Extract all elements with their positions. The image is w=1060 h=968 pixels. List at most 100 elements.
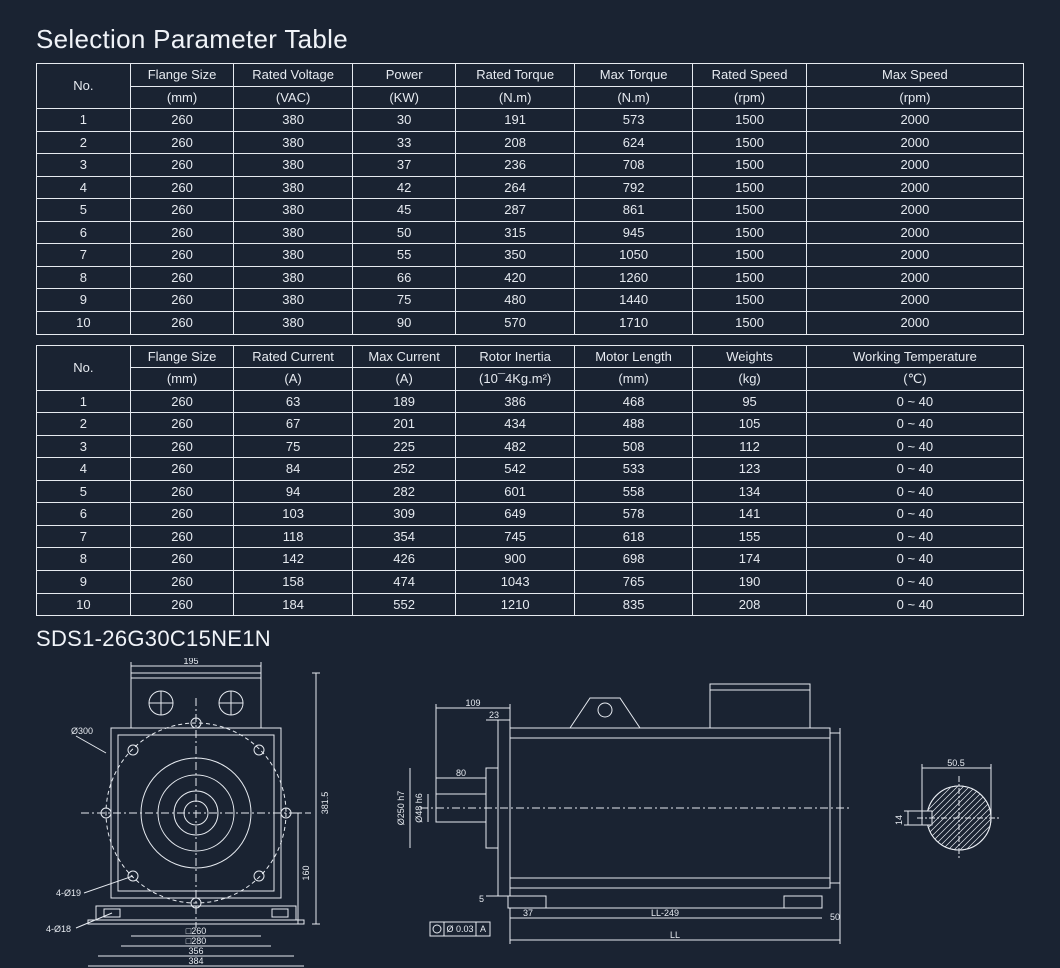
table2-cell: 190	[693, 571, 807, 594]
table1-cell: 260	[130, 266, 234, 289]
table-row: 126063189386468950 ~ 40	[37, 390, 1024, 413]
table2-cell: 601	[456, 480, 574, 503]
t2-h-c5: Motor Length	[574, 345, 692, 368]
table2-cell: 67	[234, 413, 352, 436]
table1-cell: 75	[352, 289, 456, 312]
table1-cell: 33	[352, 131, 456, 154]
dim-14: 14	[894, 815, 904, 825]
table1-cell: 42	[352, 176, 456, 199]
table2-cell: 542	[456, 458, 574, 481]
table1-cell: 2000	[806, 289, 1023, 312]
dim-384: 384	[188, 956, 203, 966]
drawing-key-view: 50.5 14	[894, 658, 1014, 968]
table2-cell: 184	[234, 593, 352, 616]
table-row: 72601183547456181550 ~ 40	[37, 525, 1024, 548]
table-row: 926038075480144015002000	[37, 289, 1024, 312]
t1-u-c7: (rpm)	[806, 86, 1023, 109]
t1-u-c1: (mm)	[130, 86, 234, 109]
table1-cell: 861	[574, 199, 692, 222]
t2-u-c7: (℃)	[806, 368, 1023, 391]
table1-cell: 208	[456, 131, 574, 154]
table1-cell: 191	[456, 109, 574, 132]
table1-cell: 1440	[574, 289, 692, 312]
table2-cell: 94	[234, 480, 352, 503]
table2-cell: 10	[37, 593, 131, 616]
table2-cell: 0 ~ 40	[806, 435, 1023, 458]
table2-cell: 835	[574, 593, 692, 616]
dim-160: 160	[301, 866, 311, 881]
table1-cell: 708	[574, 154, 692, 177]
dim-5: 5	[479, 894, 484, 904]
table2-cell: 482	[456, 435, 574, 458]
table1-cell: 2000	[806, 154, 1023, 177]
table2-cell: 75	[234, 435, 352, 458]
t1-u-c5: (N.m)	[574, 86, 692, 109]
table1-cell: 7	[37, 244, 131, 267]
table2-cell: 63	[234, 390, 352, 413]
table2-cell: 260	[130, 480, 234, 503]
t2-h-c1: Flange Size	[130, 345, 234, 368]
table-row: 62601033096495781410 ~ 40	[37, 503, 1024, 526]
table2-cell: 260	[130, 390, 234, 413]
table2-cell: 260	[130, 458, 234, 481]
t1-h-c7: Max Speed	[806, 64, 1023, 87]
table2-cell: 552	[352, 593, 456, 616]
table2-cell: 201	[352, 413, 456, 436]
table2-cell: 141	[693, 503, 807, 526]
table2-cell: 84	[234, 458, 352, 481]
table-row: 12603803019157315002000	[37, 109, 1024, 132]
table2-cell: 158	[234, 571, 352, 594]
table2-cell: 386	[456, 390, 574, 413]
table1-cell: 792	[574, 176, 692, 199]
table2-cell: 112	[693, 435, 807, 458]
table1-cell: 1050	[574, 244, 692, 267]
table1-cell: 4	[37, 176, 131, 199]
table1-cell: 45	[352, 199, 456, 222]
table1-cell: 260	[130, 154, 234, 177]
table2-cell: 260	[130, 413, 234, 436]
table2-cell: 488	[574, 413, 692, 436]
table2-cell: 174	[693, 548, 807, 571]
t1-u-c3: (KW)	[352, 86, 456, 109]
table2-cell: 260	[130, 593, 234, 616]
table1-cell: 573	[574, 109, 692, 132]
table2-cell: 508	[574, 435, 692, 458]
table-row: 826038066420126015002000	[37, 266, 1024, 289]
t2-u-c4: (10¯4Kg.m²)	[456, 368, 574, 391]
t2-h-no: No.	[37, 345, 131, 390]
model-number: SDS1-26G30C15NE1N	[36, 626, 1024, 652]
parameter-table-1: No. Flange Size Rated Voltage Power Rate…	[36, 63, 1024, 335]
t2-u-c3: (A)	[352, 368, 456, 391]
dim-d250h7: Ø250 h7	[396, 791, 406, 826]
table-row: 926015847410437651900 ~ 40	[37, 571, 1024, 594]
table2-cell: 4	[37, 458, 131, 481]
table1-cell: 1500	[693, 154, 807, 177]
table-row: 726038055350105015002000	[37, 244, 1024, 267]
table1-cell: 287	[456, 199, 574, 222]
t1-h-no: No.	[37, 64, 131, 109]
table1-cell: 624	[574, 131, 692, 154]
table1-cell: 315	[456, 221, 574, 244]
table2-cell: 618	[574, 525, 692, 548]
t1-h-c3: Power	[352, 64, 456, 87]
table2-cell: 533	[574, 458, 692, 481]
table2-cell: 2	[37, 413, 131, 436]
parameter-table-2: No. Flange Size Rated Current Max Curren…	[36, 345, 1024, 617]
table2-cell: 95	[693, 390, 807, 413]
table1-cell: 1500	[693, 199, 807, 222]
table2-cell: 7	[37, 525, 131, 548]
table2-cell: 578	[574, 503, 692, 526]
dim-sq280: □280	[186, 936, 206, 946]
table-row: 2260672014344881050 ~ 40	[37, 413, 1024, 436]
table2-cell: 9	[37, 571, 131, 594]
table2-cell: 468	[574, 390, 692, 413]
t1-u-c6: (rpm)	[693, 86, 807, 109]
table-row: 3260752254825081120 ~ 40	[37, 435, 1024, 458]
table2-cell: 260	[130, 435, 234, 458]
table1-cell: 1500	[693, 266, 807, 289]
t2-h-c2: Rated Current	[234, 345, 352, 368]
table2-cell: 260	[130, 503, 234, 526]
table1-cell: 66	[352, 266, 456, 289]
table2-cell: 0 ~ 40	[806, 458, 1023, 481]
table1-cell: 380	[234, 312, 352, 335]
